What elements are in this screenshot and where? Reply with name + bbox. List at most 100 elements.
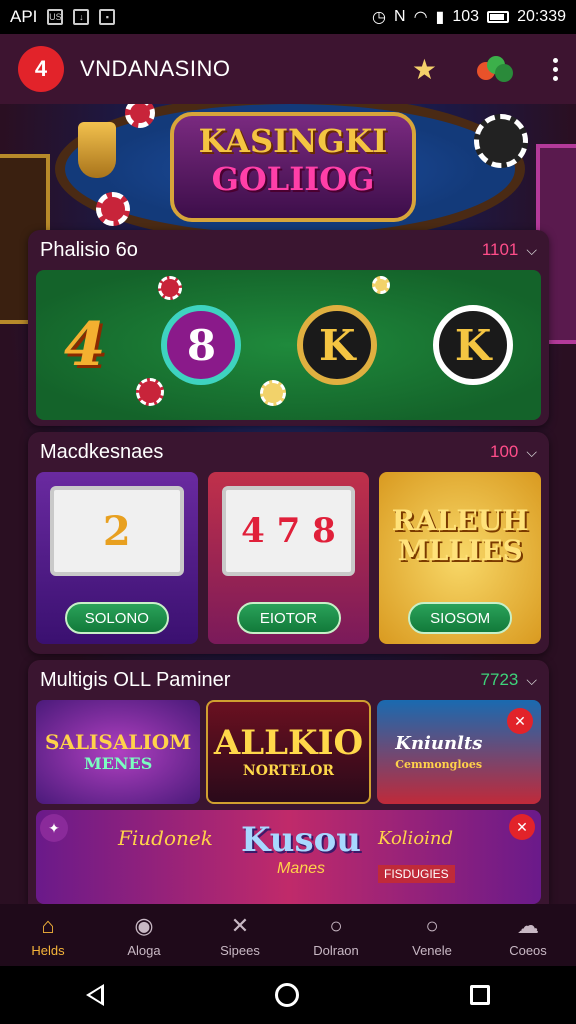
section-header[interactable]: Multigis OLL Paminer 7723 ⌵ [28, 660, 549, 700]
chevron-down-icon[interactable]: ⌵ [526, 242, 537, 259]
hero-banner[interactable]: KASINGKI GOLIIOG [170, 112, 416, 222]
nav-item-games[interactable]: ✕ Sipees [192, 904, 288, 966]
wifi-icon: ◠ [413, 9, 428, 26]
chevron-down-icon[interactable]: ⌵ [526, 672, 537, 689]
status-time: 20:339 [517, 8, 566, 25]
crossed-tools-icon: ✕ [230, 912, 250, 938]
nav-label: Aloga [127, 942, 161, 958]
nav-item-search[interactable]: ○ Dolraon [288, 904, 384, 966]
nav-item-more[interactable]: ☁ Coeos [480, 904, 576, 966]
featured-game-tile[interactable]: 4 8 K K [36, 270, 541, 420]
cloud-icon: ☁ [517, 912, 539, 938]
promo-tile[interactable]: Kniunlts Cemmongloes ✕ [376, 700, 541, 804]
nav-label: Sipees [220, 942, 260, 958]
promo-subtitle: MENES [84, 754, 153, 773]
nav-item-discover[interactable]: ○ Venele [384, 904, 480, 966]
nav-label: Helds [31, 942, 65, 958]
slot-reel: 4 7 8 [221, 486, 356, 576]
close-icon[interactable]: ✕ [509, 814, 535, 840]
section-count: 100 [490, 442, 519, 461]
status-bar: API US ↓ ▪ ◷ N ◠ ▮ 103 20:339 [0, 0, 576, 34]
star-icon[interactable]: ★ [412, 53, 437, 86]
promo-title: Kolioind [378, 828, 454, 849]
game-title: RALEUH MLLIES [379, 506, 541, 566]
chip-icon [260, 380, 286, 406]
promo-tile[interactable]: ALLKIO NORTELOR [206, 700, 371, 804]
search-icon: ○ [329, 912, 343, 938]
nav-label: Coeos [509, 942, 547, 958]
chevron-down-icon[interactable]: ⌵ [526, 444, 537, 461]
promo-title: Kusou [240, 820, 362, 860]
promo-subtitle: Cemmongloes [395, 757, 483, 771]
chip-icon [96, 192, 130, 226]
section-count: 7723 [480, 670, 519, 689]
system-navigation [0, 966, 576, 1024]
promo-subtitle: NORTELOR [242, 763, 335, 779]
section-featured: Phalisio 6o 1101 ⌵ 4 8 K K [28, 230, 549, 426]
notification-icon: US [47, 9, 64, 25]
promo-tile[interactable]: SALISALIOM MENES [36, 700, 201, 804]
back-icon[interactable] [85, 984, 104, 1006]
banner-subtitle: GOLIIOG [211, 160, 375, 198]
more-options-icon[interactable] [553, 57, 558, 81]
game-symbol: 8 [161, 305, 242, 385]
close-icon[interactable]: ✕ [506, 708, 533, 734]
home-button-icon[interactable] [274, 983, 299, 1007]
battery-icon [487, 11, 510, 23]
promo-title: ALLKIO [213, 723, 364, 763]
section-slots: Macdkesnaes 100 ⌵ 2 SOLONO 4 7 8 EIOTOR … [28, 432, 549, 654]
chip-icon [136, 378, 164, 406]
section-promotions: Multigis OLL Paminer 7723 ⌵ SALISALIOM M… [28, 660, 549, 904]
play-button[interactable]: EIOTOR [236, 602, 341, 634]
promo-subtitle: Manes [276, 860, 326, 877]
home-icon: ⌂ [41, 912, 55, 938]
section-count: 1101 [481, 240, 519, 259]
chip-icon [474, 114, 528, 168]
section-title: Multigis OLL Paminer [40, 668, 231, 691]
chip-icon [158, 276, 182, 300]
status-carrier: API [10, 7, 38, 26]
app-logo[interactable]: 4 [18, 46, 64, 92]
network-speed: 103 [452, 8, 480, 25]
download-icon: ↓ [73, 9, 90, 25]
signal-icon: ▮ [435, 9, 445, 26]
search-icon: ○ [425, 912, 439, 938]
promo-subtitle: FISDUGIES [378, 865, 455, 883]
nav-item-home[interactable]: ⌂ Helds [0, 904, 96, 966]
section-title: Macdkesnaes [40, 440, 164, 463]
chip-icon [372, 276, 390, 294]
app-bar: 4 VNDANASINO ★ [0, 34, 576, 104]
app-title: VNDANASINO [80, 56, 231, 81]
game-symbol: K [297, 305, 378, 385]
game-title-line: RALEUH [391, 504, 529, 537]
game-symbol: 4 [63, 310, 106, 380]
nav-label: Venele [412, 942, 452, 958]
slot-game-card[interactable]: 2 SOLONO [36, 472, 198, 644]
slot-game-card[interactable]: RALEUH MLLIES SIOSOM [379, 472, 542, 644]
play-button[interactable]: SIOSOM [408, 602, 513, 634]
promo-title: Fiudonek [118, 826, 213, 850]
alarm-icon: ◷ [372, 9, 387, 26]
play-button[interactable]: SOLONO [64, 602, 169, 634]
nav-label: Dolraon [313, 942, 359, 958]
promo-title: SALISALIOM [45, 730, 192, 754]
bottom-navigation: ⌂ Helds ◉ Aloga ✕ Sipees ○ Dolraon ○ Ven… [0, 904, 576, 966]
clover-icon[interactable] [477, 54, 513, 84]
promo-banner-wide[interactable]: Fiudonek Kusou Manes Kolioind FISDUGIES … [36, 810, 541, 904]
avatar-icon: ◉ [134, 912, 154, 938]
section-header[interactable]: Macdkesnaes 100 ⌵ [28, 432, 549, 472]
slot-reel: 2 [50, 486, 184, 576]
banner-title: KASINGKI [198, 122, 388, 160]
section-title: Phalisio 6o [40, 238, 138, 261]
nfc-icon: N [394, 8, 406, 25]
nav-item-profile[interactable]: ◉ Aloga [96, 904, 192, 966]
game-title-line: MLLIES [397, 534, 523, 567]
image-icon: ▪ [99, 9, 116, 25]
sparkle-icon: ✦ [40, 814, 68, 842]
game-symbol: K [433, 305, 514, 385]
slot-game-card[interactable]: 4 7 8 EIOTOR [207, 472, 370, 644]
trophy-icon [78, 122, 116, 178]
section-header[interactable]: Phalisio 6o 1101 ⌵ [28, 230, 549, 270]
recent-apps-icon[interactable] [470, 985, 491, 1005]
promo-title: Kniunlts [395, 732, 483, 754]
